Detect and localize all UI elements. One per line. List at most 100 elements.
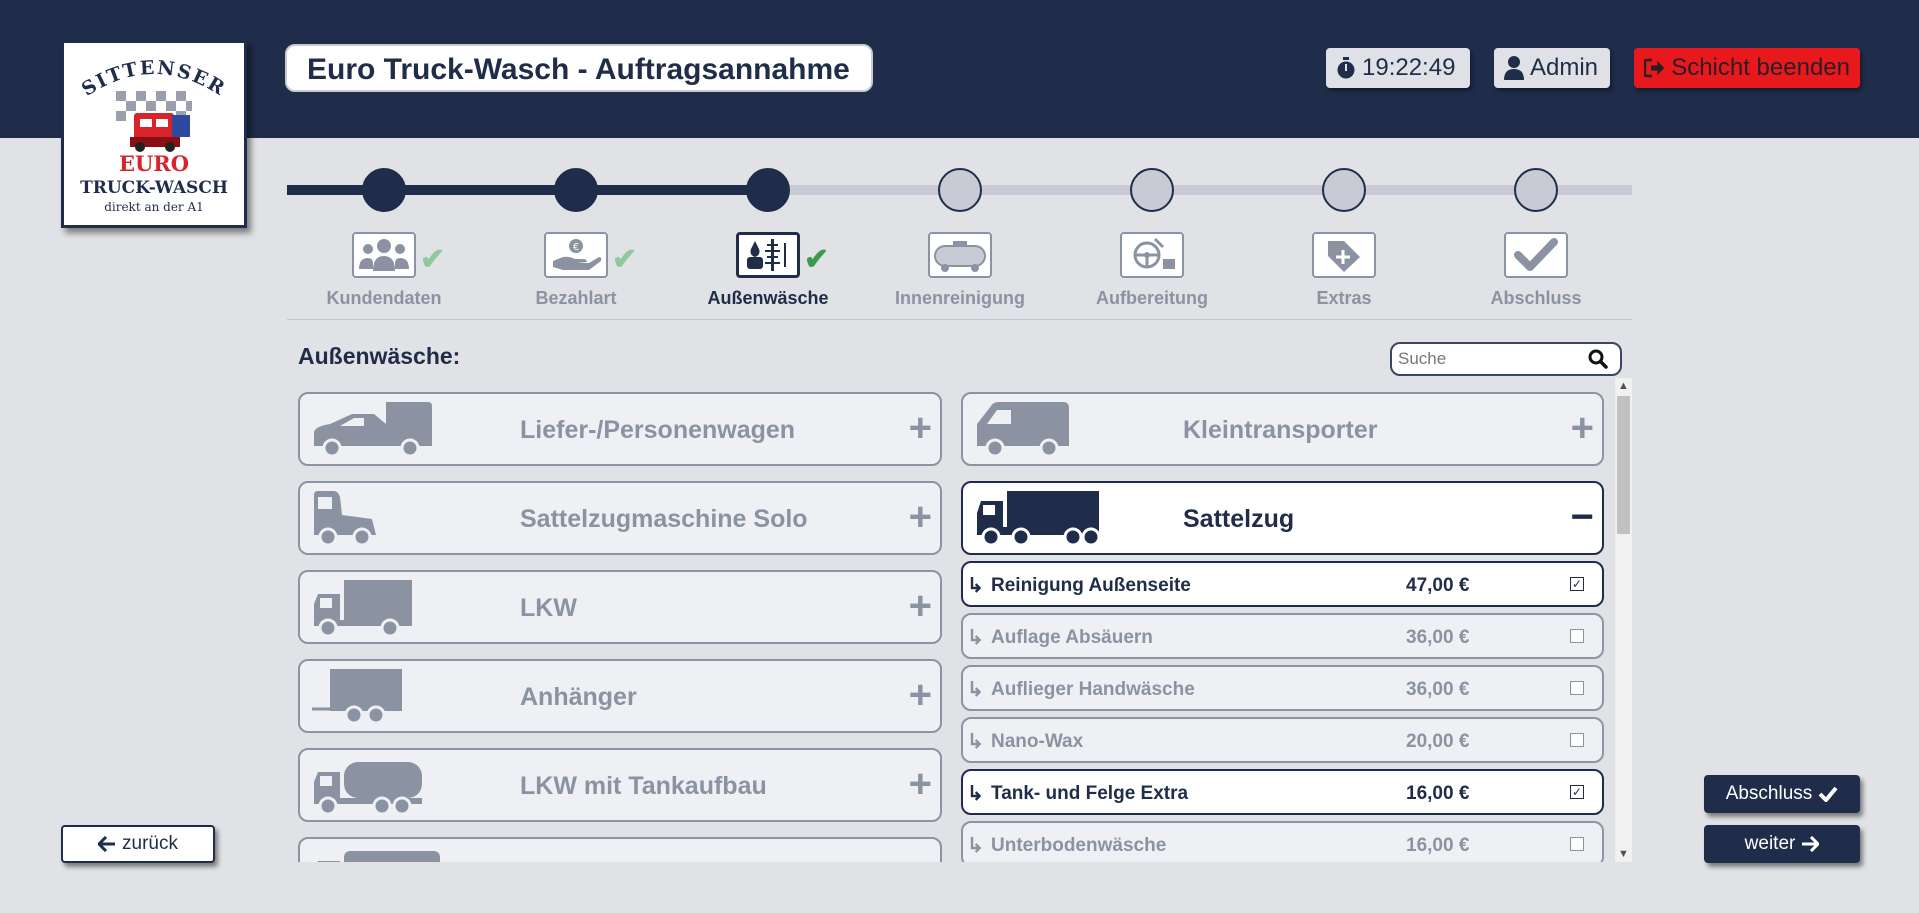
list-scrollbar[interactable]: ▲ ▼ bbox=[1615, 378, 1632, 862]
detailing-icon bbox=[1133, 237, 1175, 269]
customers-icon bbox=[359, 239, 409, 271]
company-logo: SITTENSER EURO TRUCK-WASCH direkt an der… bbox=[61, 40, 247, 228]
section-title: Außenwäsche: bbox=[298, 343, 461, 369]
step-dot-bezahlart[interactable] bbox=[554, 168, 598, 212]
page-title: Euro Truck-Wasch - Auftragsannahme bbox=[285, 44, 873, 92]
scroll-down-icon[interactable]: ▼ bbox=[1615, 846, 1632, 862]
service-checkbox[interactable] bbox=[1570, 681, 1584, 695]
step-label-innenreinigung: Innenreinigung bbox=[895, 288, 1025, 308]
service-checkbox[interactable] bbox=[1570, 733, 1584, 747]
vehicle-list: Liefer-/Personenwagen + Sattelzugmaschin… bbox=[287, 378, 1633, 862]
vehicle-card-partial[interactable] bbox=[298, 837, 942, 862]
svg-text:€: € bbox=[573, 242, 579, 253]
step-dot-innenreinigung[interactable] bbox=[938, 168, 982, 212]
service-price: 16,00 € bbox=[1406, 835, 1470, 856]
expand-plus-icon[interactable]: + bbox=[909, 406, 932, 450]
arrow-right-icon bbox=[1802, 836, 1820, 852]
step-extras[interactable] bbox=[1312, 232, 1376, 278]
tank-lorry-icon bbox=[314, 762, 422, 816]
vehicle-name: Sattelzugmaschine Solo bbox=[520, 505, 808, 533]
service-row-nano-wax[interactable]: ↳ Nano-Wax 20,00 € bbox=[961, 717, 1604, 763]
finish-button[interactable]: Abschluss bbox=[1704, 775, 1860, 813]
next-label: weiter bbox=[1744, 833, 1796, 854]
service-checkbox[interactable] bbox=[1570, 629, 1584, 643]
user-menu-button[interactable]: Admin bbox=[1494, 48, 1610, 88]
clock-value: 19:22:49 bbox=[1362, 54, 1456, 81]
service-name: Auflage Absäuern bbox=[991, 627, 1153, 648]
service-row-tank-und-felge-extra[interactable]: ↳ Tank- und Felge Extra 16,00 € ✓ bbox=[961, 769, 1604, 815]
vehicle-name: Liefer-/Personenwagen bbox=[520, 416, 796, 444]
collapse-minus-icon[interactable]: − bbox=[1571, 495, 1594, 539]
service-row-auflieger-handwaesche[interactable]: ↳ Auflieger Handwäsche 36,00 € bbox=[961, 665, 1604, 711]
scrollbar-thumb[interactable] bbox=[1617, 396, 1630, 534]
step-divider bbox=[287, 319, 1632, 320]
expand-plus-icon[interactable]: + bbox=[909, 673, 932, 717]
sub-arrow-icon: ↳ bbox=[967, 575, 984, 597]
expand-plus-icon[interactable]: + bbox=[1571, 406, 1594, 450]
vehicle-card-sattelzugmaschine-solo[interactable]: Sattelzugmaschine Solo + bbox=[298, 481, 942, 555]
end-shift-button[interactable]: Schicht beenden bbox=[1634, 48, 1860, 88]
service-row-auflage-absaeuern[interactable]: ↳ Auflage Absäuern 36,00 € bbox=[961, 613, 1604, 659]
step-dot-extras[interactable] bbox=[1322, 168, 1366, 212]
search-input[interactable] bbox=[1398, 349, 1588, 369]
sub-arrow-icon: ↳ bbox=[967, 679, 984, 701]
progress-fill bbox=[287, 185, 768, 195]
step-innenreinigung[interactable] bbox=[928, 232, 992, 278]
back-label: zurück bbox=[122, 833, 178, 854]
search-icon[interactable] bbox=[1588, 349, 1608, 369]
exterior-wash-icon bbox=[747, 239, 786, 271]
service-checkbox[interactable]: ✓ bbox=[1570, 785, 1584, 799]
vehicle-card-sattelzug[interactable]: Sattelzug − bbox=[961, 481, 1604, 555]
check-icon bbox=[1818, 786, 1838, 802]
step-aufbereitung[interactable] bbox=[1120, 232, 1184, 278]
sub-arrow-icon: ↳ bbox=[967, 835, 984, 857]
step-label-abschluss: Abschluss bbox=[1490, 288, 1582, 308]
vehicle-name: Kleintransporter bbox=[1183, 416, 1378, 444]
van-car-icon bbox=[314, 402, 432, 458]
service-checkbox[interactable]: ✓ bbox=[1570, 577, 1584, 591]
step-dot-aufbereitung[interactable] bbox=[1130, 168, 1174, 212]
truck-icon bbox=[317, 851, 440, 862]
vehicle-card-anhaenger[interactable]: Anhänger + bbox=[298, 659, 942, 733]
search-box[interactable] bbox=[1390, 342, 1622, 376]
expand-plus-icon[interactable]: + bbox=[909, 584, 932, 628]
step-kundendaten[interactable] bbox=[352, 232, 416, 278]
semi-truck-icon bbox=[977, 491, 1101, 547]
sub-arrow-icon: ↳ bbox=[967, 783, 984, 805]
vehicle-card-lkw[interactable]: LKW + bbox=[298, 570, 942, 644]
service-name: Auflieger Handwäsche bbox=[991, 679, 1195, 700]
service-price: 36,00 € bbox=[1406, 679, 1470, 700]
service-row-reinigung-aussenseite[interactable]: ↳ Reinigung Außenseite 47,00 € ✓ bbox=[961, 561, 1604, 607]
service-row-unterbodenwaesche[interactable]: ↳ Unterbodenwäsche 16,00 € bbox=[961, 821, 1604, 862]
scroll-up-icon[interactable]: ▲ bbox=[1615, 378, 1632, 394]
step-abschluss[interactable] bbox=[1504, 232, 1568, 278]
step-bezahlart[interactable]: € bbox=[544, 232, 608, 278]
small-van-icon bbox=[977, 402, 1069, 458]
service-name: Reinigung Außenseite bbox=[991, 575, 1191, 596]
sub-arrow-icon: ↳ bbox=[967, 627, 984, 649]
expand-plus-icon[interactable]: + bbox=[909, 762, 932, 806]
step-aussenwaesche[interactable] bbox=[736, 232, 800, 278]
step-dot-abschluss[interactable] bbox=[1514, 168, 1558, 212]
step-label-aussenwaesche: Außenwäsche bbox=[707, 288, 829, 308]
stopwatch-icon bbox=[1337, 57, 1355, 79]
next-button[interactable]: weiter bbox=[1704, 825, 1860, 863]
service-price: 16,00 € bbox=[1406, 783, 1470, 804]
step-dot-kundendaten[interactable] bbox=[362, 168, 406, 212]
service-name: Unterbodenwäsche bbox=[991, 835, 1167, 856]
back-button[interactable]: zurück bbox=[61, 825, 215, 863]
step-label-extras: Extras bbox=[1316, 288, 1372, 308]
vehicle-card-liefer-personenwagen[interactable]: Liefer-/Personenwagen + bbox=[298, 392, 942, 466]
expand-plus-icon[interactable]: + bbox=[909, 495, 932, 539]
service-checkbox[interactable] bbox=[1570, 837, 1584, 851]
payment-hand-icon: € bbox=[553, 239, 602, 270]
vehicle-card-lkw-mit-tankaufbau[interactable]: LKW mit Tankaufbau + bbox=[298, 748, 942, 822]
step-dot-aussenwaesche[interactable] bbox=[746, 168, 790, 212]
logo-line3: TRUCK-WASCH bbox=[80, 178, 228, 198]
vehicle-card-kleintransporter[interactable]: Kleintransporter + bbox=[961, 392, 1604, 466]
shift-timer: 19:22:49 bbox=[1326, 48, 1470, 88]
vehicle-name: Anhänger bbox=[520, 683, 637, 711]
end-shift-label: Schicht beenden bbox=[1671, 54, 1850, 81]
tractor-unit-icon bbox=[314, 491, 376, 547]
logo-line4: direkt an der A1 bbox=[104, 200, 204, 214]
